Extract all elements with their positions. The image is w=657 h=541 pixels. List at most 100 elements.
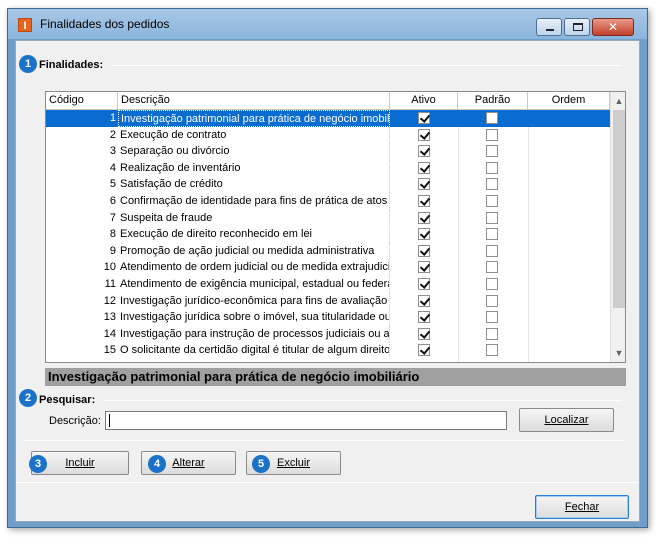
- ativo-checkbox[interactable]: [418, 261, 430, 274]
- padrao-checkbox[interactable]: [486, 311, 498, 324]
- table-row[interactable]: 8 Execução de direito reconhecido em lei: [46, 226, 610, 243]
- padrao-checkbox[interactable]: [486, 211, 498, 224]
- window-title: Finalidades dos pedidos: [40, 17, 170, 31]
- maximize-button[interactable]: [564, 18, 590, 36]
- padrao-checkbox[interactable]: [486, 261, 498, 274]
- padrao-checkbox[interactable]: [486, 278, 498, 290]
- table-row[interactable]: 7 Suspeita de fraude: [46, 209, 610, 227]
- ativo-checkbox[interactable]: [418, 228, 430, 241]
- dialog-client-area: 1 Finalidades: Código Descrição Ativo Pa…: [15, 40, 640, 522]
- table-row[interactable]: 14 Investigação para instrução de process…: [46, 325, 610, 343]
- ativo-checkbox[interactable]: [418, 178, 430, 191]
- minimize-button[interactable]: [536, 18, 562, 36]
- column-header-ativo[interactable]: Ativo: [390, 92, 458, 110]
- cell-codigo: 7: [109, 211, 116, 224]
- table-row[interactable]: 1 Investigação patrimonial para prática d…: [46, 110, 610, 127]
- cell-descricao: Satisfação de crédito: [118, 176, 390, 193]
- padrao-checkbox[interactable]: [486, 178, 498, 191]
- table-row[interactable]: 15 O solicitante da certidão digital é ti…: [46, 342, 610, 359]
- minimize-icon: [546, 29, 554, 31]
- cell-descricao: Suspeita de fraude: [118, 209, 390, 227]
- padrao-checkbox[interactable]: [486, 195, 498, 207]
- column-header-ordem[interactable]: Ordem: [528, 92, 610, 110]
- ativo-checkbox[interactable]: [418, 161, 430, 174]
- cell-codigo: 14: [103, 327, 116, 340]
- scroll-up-icon[interactable]: ▲: [611, 93, 625, 109]
- table-row[interactable]: 3 Separação ou divórcio: [46, 143, 610, 160]
- cell-codigo: 9: [109, 244, 116, 257]
- table-row[interactable]: 11 Atendimento de exigência municipal, es…: [46, 276, 610, 293]
- grid-vertical-scrollbar[interactable]: ▲ ▼: [610, 92, 625, 362]
- cell-descricao: Investigação jurídico-econômica para fin…: [118, 292, 390, 310]
- cell-descricao: Investigação patrimonial para prática de…: [118, 110, 390, 127]
- ativo-checkbox[interactable]: [418, 244, 430, 257]
- ativo-checkbox[interactable]: [418, 211, 430, 224]
- table-row[interactable]: 10 Atendimento de ordem judicial ou de me…: [46, 259, 610, 276]
- column-header-padrao[interactable]: Padrão: [458, 92, 528, 110]
- table-row[interactable]: 6 Confirmação de identidade para fins de …: [46, 193, 610, 210]
- ativo-checkbox[interactable]: [418, 294, 430, 307]
- ativo-checkbox[interactable]: [418, 195, 430, 207]
- padrao-checkbox[interactable]: [486, 294, 498, 307]
- padrao-checkbox[interactable]: [486, 327, 498, 340]
- app-logo-icon: I: [18, 18, 32, 32]
- ativo-checkbox[interactable]: [418, 145, 430, 158]
- padrao-checkbox[interactable]: [486, 128, 498, 141]
- cell-codigo: 2: [109, 128, 116, 141]
- footer-divider: [16, 482, 639, 483]
- pesquisar-section-label: Pesquisar:: [39, 394, 96, 406]
- section-divider: [104, 400, 622, 401]
- localizar-button[interactable]: Localizar: [519, 408, 614, 432]
- ativo-checkbox[interactable]: [418, 278, 430, 290]
- close-window-button[interactable]: ✕: [592, 18, 634, 36]
- ativo-checkbox[interactable]: [418, 344, 430, 357]
- cell-descricao: Investigação jurídica sobre o imóvel, su…: [118, 309, 390, 326]
- cell-codigo: 15: [103, 344, 116, 357]
- cell-codigo: 6: [109, 195, 116, 207]
- padrao-checkbox[interactable]: [486, 344, 498, 357]
- search-description-input[interactable]: [105, 411, 507, 430]
- scroll-down-icon[interactable]: ▼: [611, 345, 625, 361]
- column-header-codigo[interactable]: Código: [46, 92, 118, 110]
- padrao-checkbox[interactable]: [486, 244, 498, 257]
- section-divider: [112, 65, 622, 66]
- ativo-checkbox[interactable]: [418, 311, 430, 324]
- ativo-checkbox[interactable]: [418, 112, 430, 124]
- cell-codigo: 13: [103, 311, 116, 324]
- finalidades-grid[interactable]: Código Descrição Ativo Padrão Ordem 1 Inv…: [45, 91, 626, 363]
- fechar-button[interactable]: Fechar: [535, 495, 629, 519]
- maximize-icon: [573, 23, 583, 31]
- cell-descricao: Confirmação de identidade para fins de p…: [118, 193, 390, 210]
- table-row[interactable]: 9 Promoção de ação judicial ou medida adm…: [46, 242, 610, 260]
- cell-codigo: 1: [109, 112, 116, 124]
- action-badge-incluir: 3: [29, 455, 47, 473]
- cell-descricao: Investigação para instrução de processos…: [118, 325, 390, 343]
- close-icon: ✕: [607, 20, 619, 34]
- table-row[interactable]: 4 Realização de inventário: [46, 159, 610, 177]
- grid-header: Código Descrição Ativo Padrão Ordem: [46, 92, 610, 110]
- cell-descricao: Promoção de ação judicial ou medida admi…: [118, 242, 390, 260]
- ativo-checkbox[interactable]: [418, 128, 430, 141]
- padrao-checkbox[interactable]: [486, 145, 498, 158]
- scroll-thumb[interactable]: [613, 110, 625, 308]
- padrao-checkbox[interactable]: [486, 228, 498, 241]
- cell-descricao: Atendimento de exigência municipal, esta…: [118, 276, 390, 293]
- cell-descricao: Realização de inventário: [118, 159, 390, 177]
- column-header-descricao[interactable]: Descrição: [118, 92, 390, 110]
- ativo-checkbox[interactable]: [418, 327, 430, 340]
- padrao-checkbox[interactable]: [486, 161, 498, 174]
- search-description-label: Descrição:: [49, 415, 101, 427]
- cell-descricao: Separação ou divórcio: [118, 143, 390, 160]
- table-row[interactable]: 2 Execução de contrato: [46, 126, 610, 144]
- table-row[interactable]: 5 Satisfação de crédito: [46, 176, 610, 193]
- section-badge-finalidades: 1: [19, 55, 37, 73]
- cell-descricao: Atendimento de ordem judicial ou de medi…: [118, 259, 390, 276]
- action-badge-alterar: 4: [148, 455, 166, 473]
- table-row[interactable]: 13 Investigação jurídica sobre o imóvel, …: [46, 309, 610, 326]
- title-bar[interactable]: I Finalidades dos pedidos ✕: [8, 9, 647, 39]
- selected-description-bar: Investigação patrimonial para prática de…: [45, 368, 626, 386]
- table-row[interactable]: 12 Investigação jurídico-econômica para f…: [46, 292, 610, 310]
- main-window: I Finalidades dos pedidos ✕ 1 Finalidade…: [7, 8, 648, 528]
- cell-codigo: 4: [109, 161, 116, 174]
- padrao-checkbox[interactable]: [486, 112, 498, 124]
